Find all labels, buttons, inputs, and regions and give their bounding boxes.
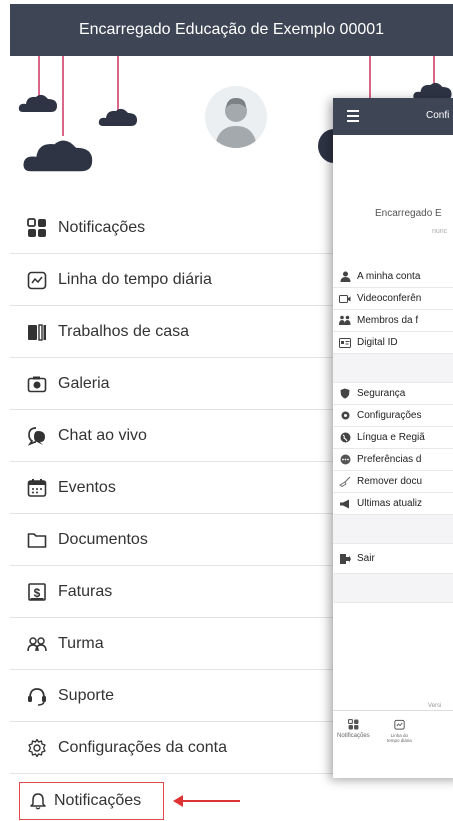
menu-item-label: Configurações da conta bbox=[58, 738, 227, 756]
folder-icon bbox=[26, 529, 48, 551]
timeline-icon bbox=[26, 269, 48, 291]
calendar-icon bbox=[26, 477, 48, 499]
menu-item-label: Faturas bbox=[58, 582, 113, 600]
avatar[interactable] bbox=[205, 86, 267, 148]
notifications-grid-icon bbox=[26, 217, 48, 239]
timeline-icon bbox=[394, 719, 405, 730]
video-icon bbox=[339, 293, 351, 305]
svg-text:$: $ bbox=[34, 586, 41, 600]
overlay-item-remover-documentos[interactable]: Remover docu bbox=[333, 471, 453, 493]
menu-item-label: Documentos bbox=[58, 530, 148, 548]
cloud-icon bbox=[23, 140, 93, 172]
header-title: Encarregado Educação de Exemplo 00001 bbox=[78, 21, 385, 38]
highlighted-label: Notificações bbox=[54, 792, 142, 809]
menu-item-label: Chat ao vivo bbox=[58, 426, 147, 444]
overlay-header-title: Confi bbox=[426, 110, 450, 121]
overlay-item-label: Videoconferên bbox=[357, 293, 422, 304]
overlay-item-minha-conta[interactable]: A minha conta bbox=[333, 266, 453, 288]
user-avatar-icon bbox=[215, 98, 257, 148]
overlay-item-lingua[interactable]: Língua e Regiã bbox=[333, 427, 453, 449]
camera-icon bbox=[26, 373, 48, 395]
overlay-tab-notificacoes[interactable]: Notificações bbox=[337, 719, 370, 739]
menu-item-label: Notificações bbox=[58, 218, 146, 236]
user-icon bbox=[339, 271, 351, 283]
id-card-icon bbox=[339, 337, 351, 349]
overlay-tab-linha-do-tempo[interactable]: Linha do tempo diária bbox=[387, 719, 412, 743]
overlay-header: Confi bbox=[333, 98, 453, 135]
decor-string bbox=[62, 56, 64, 136]
overlay-settings-list: A minha conta Videoconferên Membros da f… bbox=[333, 266, 453, 603]
globe-icon bbox=[339, 432, 351, 444]
menu-item-label: Trabalhos de casa bbox=[58, 322, 190, 340]
hamburger-menu-icon[interactable] bbox=[347, 110, 359, 125]
overlay-item-label: Digital ID bbox=[357, 337, 398, 348]
group-icon bbox=[26, 633, 48, 655]
overlay-item-seguranca[interactable]: Segurança bbox=[333, 383, 453, 405]
broom-icon bbox=[339, 476, 351, 488]
overlay-item-membros[interactable]: Membros da f bbox=[333, 310, 453, 332]
overlay-user-name: Encarregado E bbox=[375, 208, 442, 219]
highlighted-notificacoes-item[interactable]: Notificações bbox=[19, 782, 164, 820]
menu-item-label: Eventos bbox=[58, 478, 116, 496]
invoice-icon: $ bbox=[26, 581, 48, 603]
overlay-section-gap bbox=[333, 515, 453, 544]
bell-icon bbox=[30, 792, 46, 810]
overlay-item-ultimas-atualizacoes[interactable]: Ultimas atualiz bbox=[333, 493, 453, 515]
gear-icon bbox=[26, 737, 48, 759]
overlay-section-gap bbox=[333, 354, 453, 383]
overlay-item-configuracoes[interactable]: Configurações bbox=[333, 405, 453, 427]
overlay-item-label: Remover docu bbox=[357, 476, 423, 487]
megaphone-icon bbox=[339, 498, 351, 510]
overlay-item-label: A minha conta bbox=[357, 271, 421, 282]
overlay-item-digital-id[interactable]: Digital ID bbox=[333, 332, 453, 354]
logout-icon bbox=[339, 553, 351, 565]
menu-item-label: Turma bbox=[58, 634, 104, 652]
overlay-item-label: Preferências d bbox=[357, 454, 422, 465]
overlay-item-label: Configurações bbox=[357, 410, 422, 421]
notifications-grid-icon bbox=[347, 719, 359, 730]
overlay-tab-label: Notificações bbox=[337, 733, 370, 739]
gear-icon bbox=[339, 410, 351, 422]
menu-item-label: Linha do tempo diária bbox=[58, 270, 212, 288]
dots-icon bbox=[339, 454, 351, 466]
settings-overlay-panel: Confi Encarregado E nunc A minha conta V… bbox=[333, 98, 453, 778]
overlay-item-label: Língua e Regiã bbox=[357, 432, 425, 443]
homework-icon bbox=[26, 321, 48, 343]
cloud-icon bbox=[98, 108, 137, 126]
menu-item-label: Galeria bbox=[58, 374, 110, 392]
overlay-version: Versi bbox=[428, 703, 442, 709]
overlay-item-label: Membros da f bbox=[357, 315, 419, 326]
overlay-item-label: Sair bbox=[357, 553, 375, 564]
overlay-tab-bar: Notificações Linha do tempo diária bbox=[333, 710, 453, 778]
app-header: Encarregado Educação de Exemplo 00001 bbox=[10, 4, 453, 56]
overlay-user-sub: nunc bbox=[432, 228, 448, 235]
overlay-item-preferencias[interactable]: Preferências d bbox=[333, 449, 453, 471]
pointer-arrow bbox=[173, 795, 240, 807]
menu-item-label: Suporte bbox=[58, 686, 115, 704]
overlay-item-sair[interactable]: Sair bbox=[333, 544, 453, 574]
overlay-item-label: Segurança bbox=[357, 388, 406, 399]
headset-icon bbox=[26, 685, 48, 707]
overlay-section-gap bbox=[333, 574, 453, 603]
chat-icon bbox=[26, 425, 48, 447]
shield-icon bbox=[339, 388, 351, 400]
family-icon bbox=[339, 315, 351, 327]
decor-string bbox=[117, 56, 119, 112]
overlay-tab-label: tempo diária bbox=[387, 738, 412, 743]
overlay-item-label: Ultimas atualiz bbox=[357, 498, 423, 509]
overlay-item-videoconferencia[interactable]: Videoconferên bbox=[333, 288, 453, 310]
cloud-icon bbox=[18, 94, 57, 112]
